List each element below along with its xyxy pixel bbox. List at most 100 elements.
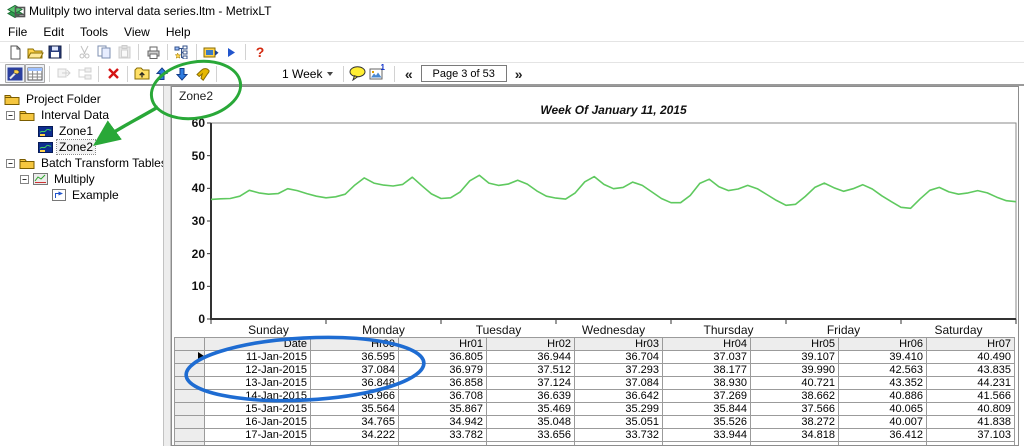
tree-item-project-folder[interactable]: Project Folder: [0, 91, 163, 107]
tree-expander-icon[interactable]: [20, 175, 29, 184]
grid-cell[interactable]: 35.526: [663, 416, 751, 429]
range-selector-dropdown[interactable]: 1 Week: [276, 66, 339, 82]
grid-cell[interactable]: 38.177: [663, 364, 751, 377]
grid-cell[interactable]: 33.732: [575, 429, 663, 442]
grid-cell[interactable]: 40.490: [927, 351, 1015, 364]
grid-cell[interactable]: 13-Jan-2015: [205, 377, 311, 390]
run-icon[interactable]: [221, 43, 241, 62]
grid-cell[interactable]: 36.944: [487, 351, 575, 364]
delete-icon[interactable]: [103, 64, 123, 83]
copy-icon[interactable]: [94, 43, 114, 62]
grid-cell[interactable]: 37.084: [575, 377, 663, 390]
grid-cell[interactable]: [751, 442, 839, 446]
grid-cell[interactable]: 38.930: [663, 377, 751, 390]
next-page-button[interactable]: »: [509, 66, 529, 82]
grid-cell[interactable]: [575, 442, 663, 446]
grid-cell[interactable]: 40.065: [839, 403, 927, 416]
grid-cell[interactable]: 38.272: [751, 416, 839, 429]
grid-cell[interactable]: 35.564: [311, 403, 399, 416]
tree-expander-icon[interactable]: [6, 111, 15, 120]
row-selector[interactable]: [175, 429, 205, 442]
new-file-icon[interactable]: [5, 43, 25, 62]
grid-cell[interactable]: 36.979: [399, 364, 487, 377]
comment-bubble-icon[interactable]: [348, 64, 368, 83]
cut-icon[interactable]: [74, 43, 94, 62]
print-icon[interactable]: [143, 43, 163, 62]
tree-item-batch-transform-tables[interactable]: Batch Transform Tables: [0, 155, 163, 171]
menu-item-file[interactable]: File: [0, 24, 35, 40]
tree-item-zone2[interactable]: Zone2: [0, 139, 163, 155]
grid-cell[interactable]: 40.007: [839, 416, 927, 429]
grid-cell[interactable]: 43.352: [839, 377, 927, 390]
grid-cell[interactable]: 37.566: [751, 403, 839, 416]
grid-cell[interactable]: 37.124: [487, 377, 575, 390]
move-up-icon[interactable]: [152, 64, 172, 83]
grid-cell[interactable]: 12-Jan-2015: [205, 364, 311, 377]
row-selector[interactable]: [175, 416, 205, 429]
data-grid-icon[interactable]: [25, 64, 45, 83]
grid-cell[interactable]: 14-Jan-2015: [205, 390, 311, 403]
tree-expander-icon[interactable]: [6, 159, 15, 168]
panel-splitter[interactable]: [163, 86, 171, 446]
row-selector[interactable]: [175, 364, 205, 377]
grid-cell[interactable]: [311, 442, 399, 446]
grid-cell[interactable]: 39.107: [751, 351, 839, 364]
help-icon[interactable]: ?: [250, 43, 270, 62]
grid-cell[interactable]: 36.805: [399, 351, 487, 364]
grid-cell[interactable]: 16-Jan-2015: [205, 416, 311, 429]
row-selector[interactable]: [175, 442, 205, 446]
tree-item-multiply[interactable]: Multiply: [0, 171, 163, 187]
grid-cell[interactable]: [399, 442, 487, 446]
grid-cell[interactable]: 36.708: [399, 390, 487, 403]
transform-icon[interactable]: [74, 64, 94, 83]
grid-cell[interactable]: 35.867: [399, 403, 487, 416]
grid-cell[interactable]: 36.848: [311, 377, 399, 390]
grid-cell[interactable]: 37.269: [663, 390, 751, 403]
grid-cell[interactable]: 17-Jan-2015: [205, 429, 311, 442]
grid-cell[interactable]: 40.886: [839, 390, 927, 403]
row-selector[interactable]: [175, 403, 205, 416]
grid-cell[interactable]: 34.765: [311, 416, 399, 429]
grid-cell[interactable]: 34.222: [311, 429, 399, 442]
grid-cell[interactable]: [205, 442, 311, 446]
menu-item-edit[interactable]: Edit: [35, 24, 72, 40]
export-image-icon[interactable]: [201, 43, 221, 62]
grid-cell[interactable]: 37.512: [487, 364, 575, 377]
grid-cell[interactable]: 42.563: [839, 364, 927, 377]
link-icon[interactable]: [54, 64, 74, 83]
grid-cell[interactable]: 34.818: [751, 429, 839, 442]
row-selector[interactable]: [175, 377, 205, 390]
menu-item-tools[interactable]: Tools: [72, 24, 116, 40]
grid-cell[interactable]: 44.231: [927, 377, 1015, 390]
image-icon[interactable]: 1: [368, 64, 389, 83]
grid-cell[interactable]: 41.566: [927, 390, 1015, 403]
grid-cell[interactable]: 35.844: [663, 403, 751, 416]
move-down-icon[interactable]: [172, 64, 192, 83]
grid-cell[interactable]: 36.858: [399, 377, 487, 390]
grid-cell[interactable]: 40.809: [927, 403, 1015, 416]
grid-cell[interactable]: 39.410: [839, 351, 927, 364]
open-folder-icon[interactable]: [25, 43, 45, 62]
grid-cell[interactable]: [663, 442, 751, 446]
grid-cell[interactable]: 35.299: [575, 403, 663, 416]
grid-cell[interactable]: 35.051: [575, 416, 663, 429]
grid-cell[interactable]: [839, 442, 927, 446]
grid-cell[interactable]: 39.990: [751, 364, 839, 377]
tree-edit-icon[interactable]: [172, 43, 192, 62]
grid-cell[interactable]: 35.469: [487, 403, 575, 416]
grid-cell[interactable]: 36.642: [575, 390, 663, 403]
grid-cell[interactable]: 33.656: [487, 429, 575, 442]
tree-item-zone1[interactable]: Zone1: [0, 123, 163, 139]
grid-cell[interactable]: 35.048: [487, 416, 575, 429]
menu-item-help[interactable]: Help: [158, 24, 199, 40]
grid-cell[interactable]: 34.942: [399, 416, 487, 429]
grid-cell[interactable]: 37.084: [311, 364, 399, 377]
grid-cell[interactable]: 38.662: [751, 390, 839, 403]
prev-page-button[interactable]: «: [399, 66, 419, 82]
grid-cell[interactable]: 36.412: [839, 429, 927, 442]
grid-cell[interactable]: 37.103: [927, 429, 1015, 442]
hand-pointer-icon[interactable]: [192, 64, 212, 83]
grid-cell[interactable]: 15-Jan-2015: [205, 403, 311, 416]
grid-cell[interactable]: 36.704: [575, 351, 663, 364]
grid-cell[interactable]: 37.293: [575, 364, 663, 377]
